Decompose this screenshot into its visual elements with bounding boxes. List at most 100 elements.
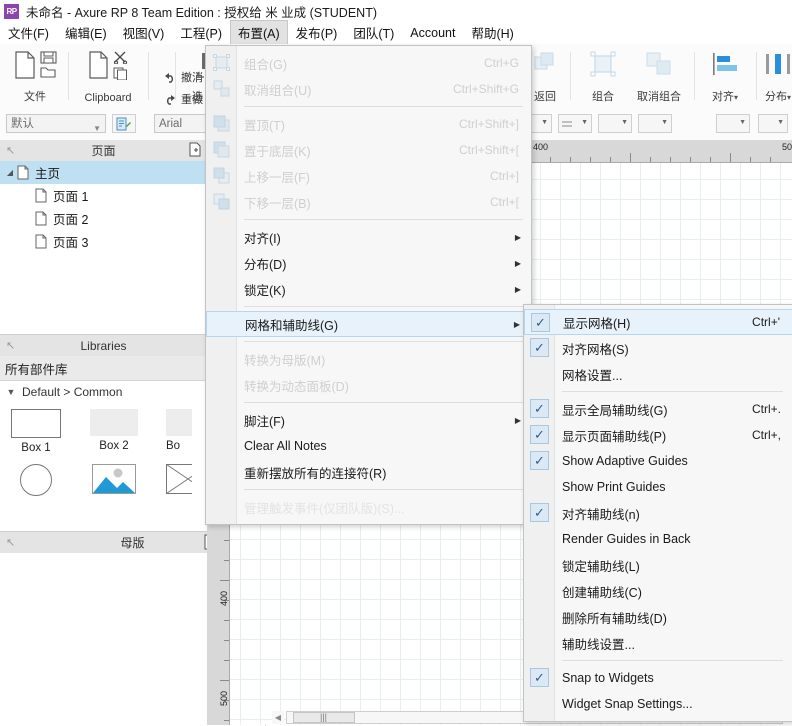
new-file-icon[interactable] — [14, 51, 36, 79]
checkbox-snap-to-grid[interactable]: ✓ — [530, 338, 549, 357]
submenu-item-create-guides[interactable]: 创建辅助线(C) — [524, 578, 792, 604]
submenu-item-show-grid[interactable]: ✓ 显示网格(H) Ctrl+' — [524, 309, 792, 335]
open-folder-icon[interactable] — [40, 66, 57, 79]
pages-tree[interactable]: ◢ 主页 页面 1 页面 2 页面 — [0, 161, 207, 333]
distribute-caret-icon[interactable]: ▾ — [787, 93, 791, 102]
checkbox-show-grid[interactable]: ✓ — [531, 313, 550, 332]
collapse-arrow-icon[interactable]: ↖ — [6, 339, 15, 352]
pages-panel-title: 页面 — [91, 142, 115, 159]
copy-icon[interactable] — [113, 67, 129, 80]
checkbox-snap-to-widgets[interactable]: ✓ — [530, 668, 549, 687]
edit-style-button[interactable] — [112, 114, 136, 133]
page-tree-item-2[interactable]: 页面 2 — [0, 207, 207, 230]
save-icon[interactable] — [40, 51, 57, 64]
group-icon — [213, 54, 230, 71]
submenu-label-snap-to-grid: 对齐网格(S) — [562, 339, 629, 358]
cut-icon[interactable] — [113, 51, 129, 64]
group-icon[interactable] — [590, 51, 616, 77]
style-select[interactable]: 默认 ▼ — [6, 114, 106, 133]
menu-project[interactable]: 工程(P) — [172, 20, 230, 46]
menu-label-grid-and-guides: 网格和辅助线(G) — [245, 315, 338, 334]
align-icon[interactable] — [711, 52, 739, 76]
submenu-label-create-guides: 创建辅助线(C) — [562, 582, 642, 601]
back-icon[interactable] — [533, 51, 557, 77]
chevron-down-icon[interactable]: ▼ — [0, 387, 22, 397]
submenu-item-snap-to-guides[interactable]: ✓ 对齐辅助线(n) — [524, 500, 792, 526]
library-widget-placeholder[interactable] — [166, 464, 192, 497]
libraries-body: ▼ Default > Common Box 1 Box 2 Bo — [0, 381, 207, 531]
ribbon-group-file[interactable]: 文件 — [6, 44, 64, 108]
submenu-item-show-page-guides[interactable]: ✓ 显示页面辅助线(P) Ctrl+, — [524, 422, 792, 448]
font-family-value: Arial — [159, 118, 182, 130]
submenu-item-show-global-guides[interactable]: ✓ 显示全局辅助线(G) Ctrl+. — [524, 396, 792, 422]
library-widget-box3[interactable]: Bo — [166, 409, 192, 454]
canvas-hscrollbar-thumb[interactable]: ||| — [293, 712, 355, 723]
ribbon-group-distribute[interactable]: 分布▾ — [758, 44, 792, 108]
ribbon-caption-distribute: 分布 — [765, 91, 787, 103]
align-caret-icon[interactable]: ▾ — [734, 93, 738, 102]
submenu-arrow-icon: ▶ — [515, 233, 521, 242]
menu-layout[interactable]: 布置(A) — [230, 20, 288, 46]
masters-panel-title: 母版 — [120, 534, 144, 551]
opacity-picker[interactable]: ▼ — [598, 114, 632, 133]
page-tree-item-1[interactable]: 页面 1 — [0, 184, 207, 207]
checkbox-show-global-guides[interactable]: ✓ — [530, 399, 549, 418]
menu-item-footnote[interactable]: 脚注(F) ▶ — [206, 407, 531, 433]
ribbon-group-align[interactable]: 对齐▾ — [700, 44, 750, 108]
submenu-item-render-guides-in-back[interactable]: Render Guides in Back — [524, 526, 792, 552]
menu-team[interactable]: 团队(T) — [345, 20, 402, 46]
menu-item-send-backward: 下移一层(B) Ctrl+[ — [206, 189, 531, 215]
submenu-label-show-global-guides: 显示全局辅助线(G) — [562, 400, 668, 419]
more-format-button[interactable]: ▼ — [758, 114, 788, 133]
menu-account[interactable]: Account — [402, 23, 463, 44]
checkbox-snap-to-guides[interactable]: ✓ — [530, 503, 549, 522]
line-style-picker[interactable]: ▼ — [558, 114, 592, 133]
page-tree-item-home[interactable]: ◢ 主页 — [0, 161, 207, 184]
ribbon-group-ungroup[interactable]: 取消组合 — [628, 44, 690, 108]
submenu-item-snap-to-widgets[interactable]: ✓ Snap to Widgets — [524, 665, 792, 691]
submenu-item-guide-settings[interactable]: 辅助线设置... — [524, 630, 792, 656]
menu-item-lock[interactable]: 锁定(K) ▶ — [206, 276, 531, 302]
expand-arrow-icon[interactable]: ◢ — [4, 168, 16, 177]
library-select[interactable]: 所有部件库 — [0, 356, 207, 381]
menu-view[interactable]: 视图(V) — [115, 20, 173, 46]
collapse-arrow-icon[interactable]: ↖ — [6, 536, 15, 549]
ungroup-icon[interactable] — [645, 51, 673, 77]
library-widget-box2[interactable]: Box 2 — [88, 409, 140, 454]
submenu-item-grid-settings[interactable]: 网格设置... — [524, 361, 792, 387]
submenu-separator — [562, 660, 783, 661]
checkbox-show-page-guides[interactable]: ✓ — [530, 425, 549, 444]
submenu-item-lock-guides[interactable]: 锁定辅助线(L) — [524, 552, 792, 578]
checkbox-show-adaptive-guides[interactable]: ✓ — [530, 451, 549, 470]
add-page-icon[interactable] — [188, 142, 203, 157]
submenu-item-snap-to-grid[interactable]: ✓ 对齐网格(S) — [524, 335, 792, 361]
menu-edit[interactable]: 编辑(E) — [57, 20, 115, 46]
submenu-item-show-adaptive-guides[interactable]: ✓ Show Adaptive Guides — [524, 448, 792, 474]
ribbon-group-clipboard[interactable]: Clipboard — [74, 44, 142, 108]
ribbon-group-group[interactable]: 组合 — [578, 44, 628, 108]
menu-item-grid-and-guides[interactable]: 网格和辅助线(G) ▶ — [206, 311, 531, 337]
menu-item-reset-connectors[interactable]: 重新摆放所有的连接符(R) — [206, 459, 531, 485]
collapse-arrow-icon[interactable]: ↖ — [6, 144, 15, 157]
menu-publish[interactable]: 发布(P) — [288, 20, 346, 46]
library-group-row[interactable]: ▼ Default > Common — [0, 381, 207, 403]
paste-icon[interactable] — [88, 51, 109, 79]
menu-shortcut-bring-forward: Ctrl+] — [490, 169, 519, 183]
menu-file[interactable]: 文件(F) — [0, 20, 57, 46]
shadow-picker[interactable]: ▼ — [638, 114, 672, 133]
library-widget-image[interactable] — [88, 464, 140, 497]
submenu-item-delete-all-guides[interactable]: 删除所有辅助线(D) — [524, 604, 792, 630]
page-tree-item-3[interactable]: 页面 3 — [0, 230, 207, 253]
scroll-left-button[interactable]: ◀ — [272, 711, 284, 724]
submenu-item-show-print-guides[interactable]: Show Print Guides — [524, 474, 792, 500]
menu-item-distribute[interactable]: 分布(D) ▶ — [206, 250, 531, 276]
distribute-icon[interactable] — [764, 52, 792, 76]
menu-item-clear-all-notes[interactable]: Clear All Notes — [206, 433, 531, 459]
ribbon-divider-6 — [756, 52, 757, 100]
submenu-item-widget-snap-settings[interactable]: Widget Snap Settings... — [524, 691, 792, 717]
library-widget-box1[interactable]: Box 1 — [10, 409, 62, 454]
library-widget-ellipse[interactable] — [10, 464, 62, 497]
menu-item-align[interactable]: 对齐(I) ▶ — [206, 224, 531, 250]
menu-help[interactable]: 帮助(H) — [463, 20, 521, 46]
corner-radius-picker[interactable]: ▼ — [716, 114, 750, 133]
